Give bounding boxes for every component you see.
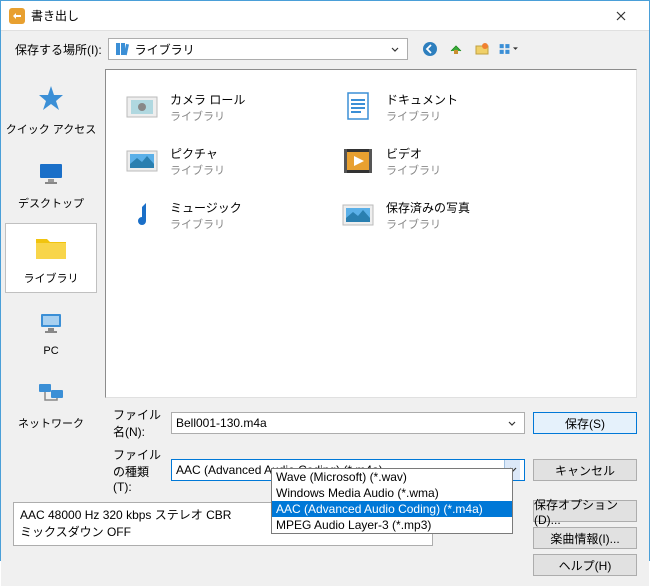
list-item[interactable]: ピクチャ ライブラリ — [118, 136, 326, 186]
filetype-option[interactable]: MPEG Audio Layer-3 (*.mp3) — [272, 517, 512, 533]
save-button[interactable]: 保存(S) — [533, 412, 637, 434]
filetype-label: ファイルの種類(T): — [13, 446, 163, 494]
sidebar-item-desktop[interactable]: デスクトップ — [1, 149, 101, 217]
view-button[interactable] — [498, 39, 518, 59]
new-folder-button[interactable] — [472, 39, 492, 59]
item-type: ライブラリ — [170, 216, 242, 232]
list-item[interactable]: ミュージック ライブラリ — [118, 190, 326, 240]
nav-buttons — [420, 39, 518, 59]
filename-value: Bell001-130.m4a — [176, 416, 504, 430]
camera-roll-icon — [122, 87, 162, 127]
item-type: ライブラリ — [386, 108, 458, 124]
app-icon — [9, 8, 25, 24]
libraries-icon — [113, 40, 131, 58]
sidebar-item-libraries[interactable]: ライブラリ — [5, 223, 97, 293]
back-button[interactable] — [420, 39, 440, 59]
chevron-down-icon — [387, 42, 403, 56]
filetype-option[interactable]: AAC (Advanced Audio Coding) (*.m4a) — [272, 501, 512, 517]
item-type: ライブラリ — [170, 108, 245, 124]
titlebar: 書き出し — [1, 1, 649, 31]
sidebar-item-label: クイック アクセス — [6, 121, 97, 137]
cancel-button[interactable]: キャンセル — [533, 459, 637, 481]
filename-label: ファイル名(N): — [13, 406, 163, 440]
list-item[interactable]: ビデオ ライブラリ — [334, 136, 542, 186]
toolbar: 保存する場所(I): ライブラリ — [1, 31, 649, 67]
libraries-folder-icon — [33, 230, 69, 266]
filetype-option[interactable]: Wave (Microsoft) (*.wav) — [272, 469, 512, 485]
file-list: カメラ ロール ライブラリ ドキュメント ライブラリ ピクチャ ライブラリ — [105, 69, 637, 398]
item-type: ライブラリ — [386, 162, 441, 178]
bottom-panel: ファイル名(N): Bell001-130.m4a 保存(S) ファイルの種類(… — [1, 402, 649, 586]
sidebar-item-label: デスクトップ — [18, 195, 84, 211]
filename-row: ファイル名(N): Bell001-130.m4a 保存(S) — [13, 406, 637, 440]
sidebar-item-label: ライブラリ — [24, 270, 79, 286]
save-options-button[interactable]: 保存オプション(D)... — [533, 500, 637, 522]
item-name: カメラ ロール — [170, 91, 245, 108]
list-item[interactable]: ドキュメント ライブラリ — [334, 82, 542, 132]
desktop-icon — [33, 155, 69, 191]
item-name: 保存済みの写真 — [386, 199, 470, 216]
item-name: ミュージック — [170, 199, 242, 216]
sidebar-item-label: PC — [43, 345, 58, 357]
location-label: 保存する場所(I): — [15, 41, 102, 58]
item-type: ライブラリ — [170, 162, 225, 178]
window-title: 書き出し — [31, 7, 601, 24]
sidebar-item-quick-access[interactable]: クイック アクセス — [1, 75, 101, 143]
main-area: クイック アクセス デスクトップ ライブラリ PC ネットワーク — [1, 67, 649, 402]
sidebar-item-pc[interactable]: PC — [1, 299, 101, 363]
pictures-icon — [122, 141, 162, 181]
item-type: ライブラリ — [386, 216, 470, 232]
list-item[interactable]: 保存済みの写真 ライブラリ — [334, 190, 542, 240]
item-name: ドキュメント — [386, 91, 458, 108]
location-combobox[interactable]: ライブラリ — [108, 38, 408, 60]
list-item[interactable]: カメラ ロール ライブラリ — [118, 82, 326, 132]
help-button[interactable]: ヘルプ(H) — [533, 554, 637, 576]
filetype-row: ファイルの種類(T): AAC (Advanced Audio Coding) … — [13, 446, 637, 494]
pc-icon — [33, 305, 69, 341]
song-info-button[interactable]: 楽曲情報(I)... — [533, 527, 637, 549]
up-button[interactable] — [446, 39, 466, 59]
documents-icon — [338, 87, 378, 127]
quick-access-icon — [33, 81, 69, 117]
location-text: ライブラリ — [135, 41, 387, 58]
filetype-option[interactable]: Windows Media Audio (*.wma) — [272, 485, 512, 501]
item-name: ピクチャ — [170, 145, 225, 162]
right-buttons: 保存オプション(D)... 楽曲情報(I)... ヘルプ(H) — [533, 500, 637, 576]
saved-pictures-icon — [338, 195, 378, 235]
close-button[interactable] — [601, 2, 641, 30]
sidebar: クイック アクセス デスクトップ ライブラリ PC ネットワーク — [1, 67, 101, 402]
filetype-dropdown: Wave (Microsoft) (*.wav) Windows Media A… — [271, 468, 513, 534]
filename-combobox[interactable]: Bell001-130.m4a — [171, 412, 525, 434]
music-icon — [122, 195, 162, 235]
item-name: ビデオ — [386, 145, 441, 162]
videos-icon — [338, 141, 378, 181]
chevron-down-icon — [504, 416, 520, 430]
